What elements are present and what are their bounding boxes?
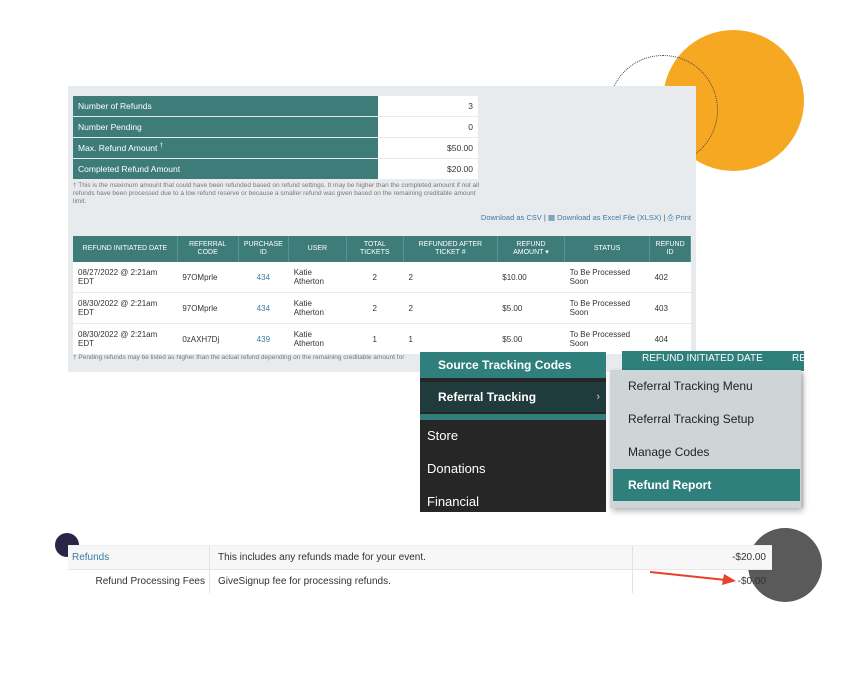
column-header: REFUND INITIATED DATE: [73, 236, 178, 262]
nav-item-financial[interactable]: Financial: [420, 494, 606, 509]
excel-icon: ▦: [547, 213, 556, 222]
refunds-link-cell: Refunds: [68, 545, 210, 570]
column-header: PURCHASE ID: [238, 236, 290, 262]
refunded-after-cell: 2: [403, 292, 498, 324]
table-header-row: REFUND INITIATED DATE REFERRAL CODE PURC…: [73, 236, 691, 262]
status-cell: To Be Processed Soon: [564, 323, 650, 355]
column-header: USER: [288, 236, 347, 262]
refund-date-cell: 08/30/2022 @ 2:21am EDT: [73, 323, 178, 355]
table-row: 08/30/2022 @ 2:21am EDT 0zAXH7Dj 439 Kat…: [73, 323, 691, 355]
refund-report-panel: Number of Refunds 3 Number Pending 0 Max…: [68, 86, 696, 372]
refund-amount-cell: $10.00: [497, 262, 565, 293]
amount-cell: -$20.00: [632, 545, 772, 570]
column-header: TOTAL TICKETS: [346, 236, 404, 262]
download-links: Download as CSV | ▦ Download as Excel Fi…: [481, 213, 691, 223]
user-cell: Katie Atherton: [288, 292, 347, 324]
status-cell: To Be Processed Soon: [564, 262, 650, 293]
red-arrow-icon: [649, 571, 736, 585]
print-link[interactable]: Print: [676, 213, 691, 222]
purchase-id-link[interactable]: 434: [238, 262, 289, 293]
referral-code-cell: 97OMprle: [177, 262, 239, 293]
sort-icon[interactable]: ▾: [545, 249, 549, 256]
nav-item-donations[interactable]: Donations: [420, 461, 606, 476]
referral-code-cell: 0zAXH7Dj: [177, 323, 239, 355]
nav-item-referral-tracking[interactable]: Referral Tracking ›: [420, 382, 606, 412]
summary-value: 0: [378, 116, 478, 138]
refunds-table: REFUND INITIATED DATE REFERRAL CODE PURC…: [73, 236, 691, 355]
refunds-link[interactable]: Refunds: [72, 552, 109, 563]
column-header: REFUND INITIATED DATE: [642, 353, 763, 364]
print-icon: ⎙: [667, 213, 674, 222]
description-cell: This includes any refunds made for your …: [209, 545, 633, 570]
download-csv-link[interactable]: Download as CSV: [481, 213, 542, 222]
chevron-right-icon: ›: [596, 391, 600, 403]
refund-date-cell: 08/27/2022 @ 2:21am EDT: [73, 262, 178, 293]
nav-item-label: Store: [427, 428, 459, 443]
table-row: 08/30/2022 @ 2:21am EDT 97OMprle 434 Kat…: [73, 292, 691, 324]
submenu-item-manage-codes[interactable]: Manage Codes: [628, 445, 709, 459]
fee-name-cell: Refund Processing Fees: [95, 576, 205, 587]
summary-label: Number of Refunds: [73, 96, 378, 117]
nav-item-label: Financial: [427, 494, 480, 509]
column-header: STATUS: [564, 236, 651, 262]
summary-label: Number Pending: [73, 116, 378, 138]
pending-refund-footnote: † Pending refunds may be listed as highe…: [73, 354, 405, 361]
status-cell: To Be Processed Soon: [564, 292, 650, 324]
refund-id-cell: 402: [649, 262, 691, 293]
summary-label: Max. Refund Amount: [78, 143, 158, 153]
total-tickets-cell: 1: [346, 323, 404, 355]
nav-item-source-tracking-codes[interactable]: Source Tracking Codes: [420, 352, 606, 378]
summary-row: Completed Refund Amount $20.00: [73, 158, 478, 180]
purchase-id-link[interactable]: 439: [238, 323, 289, 355]
refund-amount-cell: $5.00: [497, 323, 565, 355]
separator: |: [543, 213, 546, 222]
description-cell: GiveSignup fee for processing refunds.: [209, 569, 633, 593]
column-header: RE: [792, 353, 806, 364]
nav-item-label: Donations: [427, 461, 486, 476]
download-xlsx-link[interactable]: Download as Excel File (XLSX): [557, 213, 661, 222]
max-refund-footnote: † This is the maximum amount that could …: [73, 182, 480, 205]
refund-amount-cell: $5.00: [497, 292, 565, 324]
refund-date-cell: 08/30/2022 @ 2:21am EDT: [73, 292, 178, 324]
column-header: REFUNDED AFTER TICKET #: [403, 236, 498, 262]
total-tickets-cell: 2: [346, 262, 404, 293]
nav-item-store[interactable]: Store: [420, 428, 606, 443]
submenu-item-referral-tracking-setup[interactable]: Referral Tracking Setup: [628, 412, 754, 426]
summary-value: 3: [378, 96, 478, 117]
referral-code-cell: 97OMprle: [177, 292, 239, 324]
column-header: REFUND ID: [649, 236, 691, 262]
column-header: REFUND AMOUNT ▾: [497, 236, 566, 262]
refund-id-cell: 404: [649, 323, 691, 355]
dagger-mark: †: [159, 143, 164, 150]
summary-row: Max. Refund Amount † $50.00: [73, 137, 478, 159]
sidebar-nav: Source Tracking Codes Referral Tracking ›…: [420, 352, 606, 512]
refund-id-cell: 403: [649, 292, 691, 324]
user-cell: Katie Atherton: [288, 262, 347, 293]
nav-divider: [420, 414, 606, 420]
summary-value: $20.00: [378, 158, 478, 180]
referral-tracking-submenu: Referral Tracking Menu Referral Tracking…: [610, 370, 801, 508]
user-cell: Katie Atherton: [288, 323, 347, 355]
summary-row: Number Pending 0: [73, 116, 478, 138]
submenu-item-refund-report[interactable]: Refund Report: [613, 469, 800, 501]
purchase-id-link[interactable]: 434: [238, 292, 289, 324]
total-tickets-cell: 2: [346, 292, 404, 324]
column-header: REFERRAL CODE: [177, 236, 239, 262]
summary-label: Completed Refund Amount: [73, 158, 378, 180]
refund-summary-table: Number of Refunds 3 Number Pending 0 Max…: [73, 96, 478, 180]
separator: |: [663, 213, 666, 222]
background-table-header: REFUND INITIATED DATE RE: [622, 351, 806, 371]
table-row: Refunds This includes any refunds made f…: [68, 545, 772, 570]
refunded-after-cell: 1: [403, 323, 498, 355]
nav-item-label: Referral Tracking: [438, 390, 537, 404]
nav-item-label: Source Tracking Codes: [438, 358, 572, 372]
summary-value: $50.00: [378, 137, 478, 159]
column-header-label: REFUND AMOUNT: [513, 241, 546, 256]
summary-label-cell: Max. Refund Amount †: [73, 137, 378, 159]
refunded-after-cell: 2: [403, 262, 498, 293]
summary-row: Number of Refunds 3: [73, 96, 478, 117]
submenu-item-referral-tracking-menu[interactable]: Referral Tracking Menu: [628, 379, 753, 393]
table-row: 08/27/2022 @ 2:21am EDT 97OMprle 434 Kat…: [73, 262, 691, 293]
